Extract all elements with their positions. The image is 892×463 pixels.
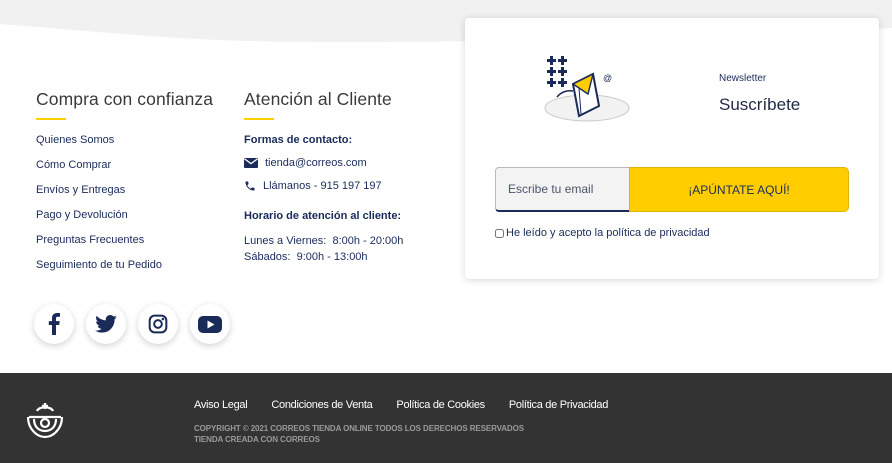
footer-link-aviso-legal[interactable]: Aviso Legal xyxy=(194,399,248,411)
footer-link-condiciones[interactable]: Condiciones de Venta xyxy=(271,399,372,411)
support-title-underline xyxy=(244,118,274,120)
twitter-icon xyxy=(95,315,117,333)
legal-links: Aviso Legal Condiciones de Venta Polític… xyxy=(194,399,632,411)
newsletter-label: Newsletter xyxy=(719,73,767,84)
contact-phone[interactable]: Llámanos - 915 197 197 xyxy=(263,180,382,192)
privacy-consent[interactable]: He leído y acepto la política de privaci… xyxy=(495,227,710,239)
newsletter-title: Suscríbete xyxy=(719,95,801,114)
instagram-button[interactable] xyxy=(138,304,178,344)
newsletter-submit-button[interactable]: ¡APÚNTATE AQUÍ! xyxy=(629,167,849,212)
instagram-icon xyxy=(148,314,168,334)
phone-icon xyxy=(245,181,255,191)
facebook-button[interactable] xyxy=(34,304,74,344)
link-pago-devolucion[interactable]: Pago y Devolución xyxy=(36,209,213,234)
link-envios[interactable]: Envíos y Entregas xyxy=(36,184,213,209)
link-seguimiento-pedido[interactable]: Seguimiento de tu Pedido xyxy=(36,259,213,284)
copyright-block: COPYRIGHT © 2021 CORREOS TIENDA ONLINE T… xyxy=(194,423,524,445)
contact-email-row[interactable]: tienda@correos.com xyxy=(244,157,403,169)
envelope-icon xyxy=(244,158,258,168)
contact-phone-row[interactable]: Llámanos - 915 197 197 xyxy=(244,180,403,192)
hours-weekdays: Lunes a Viernes: 8:00h - 20:00h xyxy=(244,235,404,247)
privacy-label[interactable]: He leído y acepto la política de privaci… xyxy=(506,227,710,239)
link-como-comprar[interactable]: Cómo Comprar xyxy=(36,159,213,184)
copyright-text: COPYRIGHT © 2021 CORREOS TIENDA ONLINE T… xyxy=(194,424,524,433)
hours-heading: Horario de atención al cliente: xyxy=(244,210,402,222)
contact-heading: Formas de contacto: xyxy=(244,134,353,146)
trust-title: Compra con confianza xyxy=(36,89,214,109)
trust-column: Compra con confianza Quienes Somos Cómo … xyxy=(36,89,213,284)
trust-link-list: Quienes Somos Cómo Comprar Envíos y Entr… xyxy=(36,134,213,284)
hours-block: Lunes a Viernes: 8:00h - 20:00h Sábados:… xyxy=(244,233,403,265)
facebook-icon xyxy=(48,313,60,335)
twitter-button[interactable] xyxy=(86,304,126,344)
newsletter-email-input[interactable] xyxy=(495,167,630,212)
youtube-button[interactable] xyxy=(190,304,230,344)
contact-email[interactable]: tienda@correos.com xyxy=(265,157,367,169)
support-title: Atención al Cliente xyxy=(244,89,392,109)
footer-link-cookies[interactable]: Política de Cookies xyxy=(396,399,485,411)
footer-link-privacidad[interactable]: Política de Privacidad xyxy=(509,399,608,411)
correos-logo-icon xyxy=(26,403,64,439)
hours-saturday: Sábados: 9:00h - 13:00h xyxy=(244,251,368,263)
newsletter-card: @ Newsletter Suscríbete ¡APÚNTATE AQUÍ! … xyxy=(465,18,879,279)
link-quienes-somos[interactable]: Quienes Somos xyxy=(36,134,213,159)
youtube-icon xyxy=(198,315,222,333)
link-preguntas-frecuentes[interactable]: Preguntas Frecuentes xyxy=(36,234,213,259)
trust-title-underline xyxy=(36,118,66,120)
newsletter-envelope-illustration: @ xyxy=(544,56,630,122)
support-column: Atención al Cliente Formas de contacto: … xyxy=(244,89,403,265)
footer-bar: Aviso Legal Condiciones de Venta Polític… xyxy=(0,373,892,463)
privacy-checkbox[interactable] xyxy=(495,228,504,238)
svg-text:@: @ xyxy=(603,73,612,83)
created-with-text: TIENDA CREADA CON CORREOS xyxy=(194,435,320,444)
